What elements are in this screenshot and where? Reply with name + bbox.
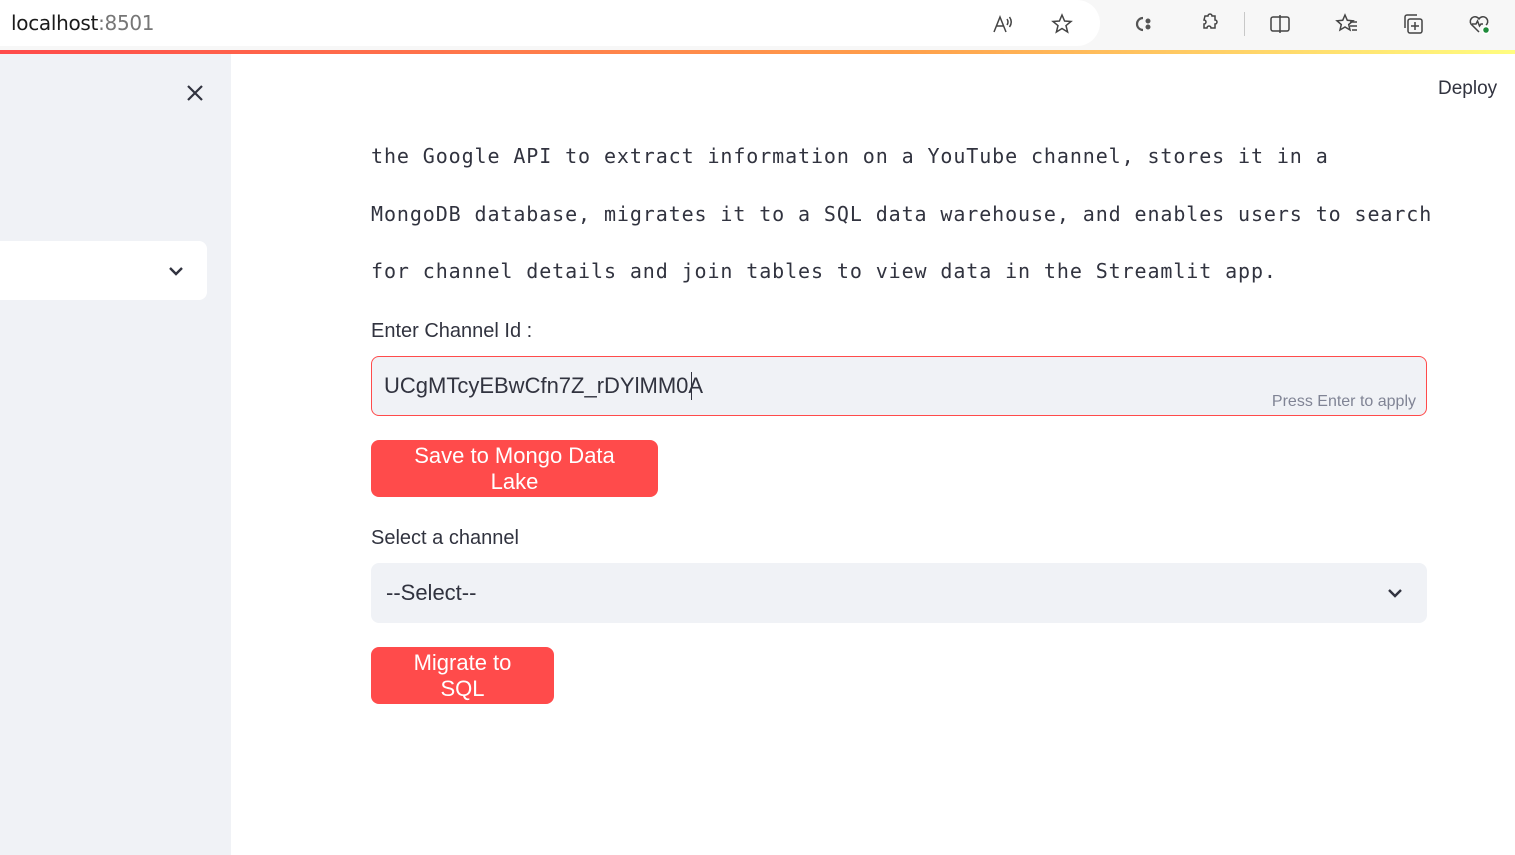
read-aloud-icon[interactable]: [987, 8, 1019, 40]
description-line-3: for channel details and join tables to v…: [371, 259, 1277, 283]
split-screen-icon[interactable]: [1264, 8, 1296, 40]
browser-toolbar: localhost:8501: [0, 0, 1515, 50]
url-port: :8501: [98, 11, 155, 35]
collections-icon[interactable]: [1397, 8, 1429, 40]
copilot-icon[interactable]: [1126, 8, 1158, 40]
channel-select-value: --Select--: [386, 580, 477, 605]
toolbar-divider: [1244, 12, 1245, 36]
press-enter-hint: Press Enter to apply: [1271, 393, 1416, 410]
deploy-button[interactable]: Deploy: [1428, 74, 1507, 104]
text-cursor: [691, 372, 692, 400]
close-icon: [187, 85, 203, 101]
channel-id-input[interactable]: [384, 369, 1264, 403]
save-to-mongo-button[interactable]: Save to Mongo Data Lake: [371, 440, 658, 497]
chevron-down-icon: [169, 267, 183, 276]
migrate-to-sql-button[interactable]: Migrate to SQL: [371, 647, 554, 704]
url-text[interactable]: localhost:8501: [11, 11, 155, 35]
extensions-icon[interactable]: [1192, 8, 1224, 40]
browser-essentials-icon[interactable]: [1463, 8, 1495, 40]
address-bar[interactable]: localhost:8501: [0, 0, 1100, 46]
description-line-2: MongoDB database, migrates it to a SQL d…: [371, 202, 1433, 226]
channel-id-label: Enter Channel Id :: [371, 320, 533, 342]
close-sidebar-button[interactable]: [180, 78, 210, 108]
channel-select[interactable]: --Select--: [371, 563, 1427, 623]
channel-id-field[interactable]: Press Enter to apply: [371, 356, 1427, 416]
channel-select-label: Select a channel: [371, 527, 519, 549]
sidebar: [0, 54, 231, 855]
chevron-down-icon: [1388, 589, 1402, 598]
url-host: localhost: [11, 11, 99, 35]
sidebar-select[interactable]: [0, 241, 207, 300]
favorite-star-icon[interactable]: [1046, 8, 1078, 40]
favorites-icon[interactable]: [1331, 8, 1363, 40]
description-line-1: the Google API to extract information on…: [371, 144, 1329, 168]
